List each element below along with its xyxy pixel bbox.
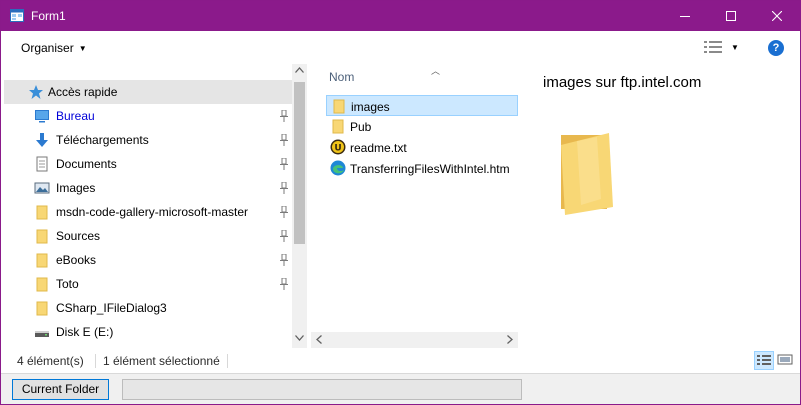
- folder-icon: [36, 229, 48, 244]
- progress-bar: [122, 379, 522, 400]
- navigation-pane: Accès rapide Bureau Téléchargements Docu…: [1, 64, 308, 348]
- svg-text:U: U: [334, 144, 341, 154]
- organise-button[interactable]: Organiser ▼: [21, 41, 87, 55]
- form-bottom-panel: Current Folder: [1, 373, 800, 404]
- details-view-button[interactable]: [754, 351, 774, 370]
- file-row[interactable]: Pub: [326, 116, 518, 137]
- drive-icon: [35, 331, 49, 337]
- nav-item-desktop[interactable]: Bureau: [4, 104, 292, 128]
- help-icon: ?: [772, 42, 780, 54]
- nav-item-label: Bureau: [56, 109, 95, 123]
- file-row[interactable]: TransferringFilesWithIntel.htm: [326, 158, 518, 179]
- pin-icon[interactable]: [279, 110, 289, 122]
- star-icon: [29, 85, 43, 99]
- item-count: 4 élément(s): [17, 354, 84, 368]
- nav-item-ebooks[interactable]: eBooks: [4, 248, 292, 272]
- details-view-icon: [757, 355, 771, 365]
- folder-icon: [36, 277, 48, 292]
- pin-icon[interactable]: [279, 254, 289, 266]
- pin-icon[interactable]: [279, 230, 289, 242]
- help-button[interactable]: ?: [768, 40, 784, 56]
- nav-item-msdn-folder[interactable]: msdn-code-gallery-microsoft-master: [4, 200, 292, 224]
- chevron-down-icon: ▼: [78, 44, 87, 53]
- folder-icon: [333, 99, 345, 114]
- file-name: readme.txt: [350, 141, 407, 155]
- edge-html-icon: [330, 160, 346, 176]
- app-window-icon: [10, 9, 24, 22]
- selection-count: 1 élément sélectionné: [103, 354, 220, 368]
- scrollbar-thumb[interactable]: [294, 82, 305, 244]
- nav-item-disk-e[interactable]: Disk E (E:): [4, 320, 292, 344]
- nav-item-sources[interactable]: Sources: [4, 224, 292, 248]
- nav-item-toto[interactable]: Toto: [4, 272, 292, 296]
- status-divider: [95, 354, 96, 368]
- nav-item-label: Téléchargements: [56, 133, 149, 147]
- minimize-button[interactable]: [662, 1, 708, 31]
- desktop-icon: [35, 110, 49, 123]
- folder-icon: [36, 205, 48, 220]
- pin-icon[interactable]: [279, 134, 289, 146]
- minimize-icon: [680, 16, 690, 17]
- view-chevron-down-icon[interactable]: ▼: [731, 43, 739, 52]
- sort-ascending-icon: ︿: [431, 66, 441, 76]
- nav-item-label: Sources: [56, 229, 101, 243]
- close-icon: [772, 11, 782, 21]
- maximize-icon: [726, 11, 736, 21]
- scroll-right-icon[interactable]: [507, 335, 513, 344]
- nav-item-csharp-folder[interactable]: CSharp_IFileDialog3: [4, 296, 292, 320]
- command-bar: Organiser ▼ ▼ ?: [1, 31, 800, 64]
- scroll-down-icon[interactable]: [295, 335, 304, 341]
- close-button[interactable]: [754, 1, 800, 31]
- images-icon: [34, 182, 50, 194]
- scroll-up-icon[interactable]: [295, 67, 304, 73]
- pin-icon[interactable]: [279, 182, 289, 194]
- pin-icon[interactable]: [279, 158, 289, 170]
- pin-icon[interactable]: [279, 278, 289, 290]
- folder-icon: [36, 301, 48, 316]
- nav-item-label: CSharp_IFileDialog3: [56, 301, 167, 315]
- nav-item-quick-access[interactable]: Accès rapide: [4, 80, 292, 104]
- status-bar: 4 élément(s) 1 élément sélectionné: [1, 348, 800, 373]
- download-icon: [36, 133, 48, 147]
- nav-item-label: msdn-code-gallery-microsoft-master: [56, 205, 249, 219]
- nav-item-downloads[interactable]: Téléchargements: [4, 128, 292, 152]
- file-list: ︿ Nom images Pub U readme.txt Transferri…: [311, 64, 518, 348]
- organise-label: Organiser: [21, 41, 74, 55]
- nav-item-label: Toto: [56, 277, 79, 291]
- nav-item-label: Accès rapide: [48, 85, 118, 99]
- window-title: Form1: [31, 9, 66, 23]
- file-list-horizontal-scrollbar[interactable]: [311, 332, 518, 348]
- current-folder-button[interactable]: Current Folder: [12, 379, 109, 400]
- navigation-scrollbar[interactable]: [292, 64, 307, 348]
- nav-item-images[interactable]: Images: [4, 176, 292, 200]
- window: Form1 Organiser ▼ ▼ ? Accès rapide Burea…: [0, 0, 801, 405]
- folder-icon: [36, 253, 48, 268]
- documents-icon: [36, 156, 48, 172]
- folder-icon: [332, 119, 344, 134]
- nav-item-label: Disk E (E:): [56, 325, 114, 339]
- pin-icon[interactable]: [279, 206, 289, 218]
- nav-item-label: eBooks: [56, 253, 97, 267]
- text-file-icon: U: [330, 139, 346, 155]
- file-row[interactable]: U readme.txt: [326, 137, 518, 158]
- maximize-button[interactable]: [708, 1, 754, 31]
- nav-item-label: Images: [56, 181, 96, 195]
- large-folder-icon: [561, 133, 613, 215]
- view-options-icon[interactable]: [704, 41, 722, 53]
- preview-title: images sur ftp.intel.com: [543, 74, 702, 91]
- file-row[interactable]: images: [326, 95, 518, 116]
- large-icons-view-button[interactable]: [776, 351, 796, 370]
- column-header-name[interactable]: Nom: [329, 70, 354, 84]
- nav-item-documents[interactable]: Documents: [4, 152, 292, 176]
- nav-item-label: Documents: [56, 157, 117, 171]
- file-name: images: [351, 100, 390, 114]
- large-icons-view-icon: [777, 354, 793, 365]
- scroll-left-icon[interactable]: [316, 335, 322, 344]
- file-name: TransferringFilesWithIntel.htm: [350, 162, 510, 176]
- file-name: Pub: [350, 120, 372, 134]
- title-bar: Form1: [1, 1, 800, 31]
- current-folder-label: Current Folder: [21, 382, 100, 396]
- status-divider: [227, 354, 228, 368]
